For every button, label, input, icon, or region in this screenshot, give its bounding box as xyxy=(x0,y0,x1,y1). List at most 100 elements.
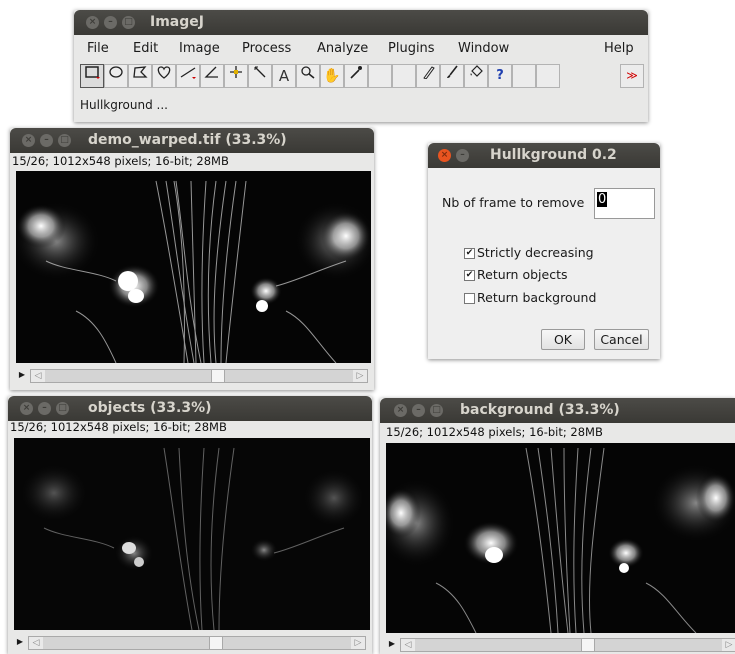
dialog-title: Hullkground 0.2 xyxy=(490,147,617,163)
scroll-left-arrow-icon[interactable]: ◁ xyxy=(29,637,43,649)
close-icon[interactable]: × xyxy=(20,402,33,415)
slider-track[interactable]: ◁ ▷ xyxy=(400,638,735,652)
cancel-button[interactable]: Cancel xyxy=(594,329,649,350)
frame-slider[interactable]: ▶ ◁ ▷ xyxy=(12,634,368,651)
status-bar: Hullkground ... xyxy=(80,98,168,112)
scroll-right-arrow-icon[interactable]: ▷ xyxy=(722,639,735,651)
menu-file[interactable]: File xyxy=(87,41,109,56)
more-tools-icon[interactable]: ≫ xyxy=(620,64,644,88)
close-icon[interactable]: × xyxy=(438,149,451,162)
point-tool-icon[interactable] xyxy=(224,64,248,88)
scroll-left-arrow-icon[interactable]: ◁ xyxy=(31,370,45,382)
close-icon[interactable]: × xyxy=(86,16,99,29)
image-info: 15/26; 1012x548 pixels; 16-bit; 28MB xyxy=(12,154,229,168)
wand-tool-icon[interactable] xyxy=(248,64,272,88)
minimize-icon[interactable]: – xyxy=(40,134,53,147)
minimize-icon[interactable]: – xyxy=(38,402,51,415)
hullkground-dialog: × – Hullkground 0.2 Nb of frame to remov… xyxy=(428,143,660,359)
frames-input-value: 0 xyxy=(597,192,608,207)
minimize-icon[interactable]: – xyxy=(104,16,117,29)
maximize-icon[interactable]: □ xyxy=(58,134,71,147)
demo-titlebar[interactable]: × – □ demo_warped.tif (33.3%) xyxy=(10,128,374,153)
menu-process[interactable]: Process xyxy=(242,41,291,56)
image-info: 15/26; 1012x548 pixels; 16-bit; 28MB xyxy=(386,425,603,439)
image-canvas[interactable] xyxy=(386,443,735,633)
demo-image-window: × – □ demo_warped.tif (33.3%) 15/26; 101… xyxy=(10,128,374,390)
microscopy-image xyxy=(386,443,735,633)
flood-fill-tool-icon[interactable] xyxy=(464,64,488,88)
menu-bar: File Edit Image Process Analyze Plugins … xyxy=(78,38,644,60)
scroll-left-arrow-icon[interactable]: ◁ xyxy=(401,639,415,651)
return-objects-checkbox[interactable]: ✔ Return objects xyxy=(464,267,568,282)
frame-slider[interactable]: ▶ ◁ ▷ xyxy=(384,636,735,653)
background-titlebar[interactable]: × – □ background (33.3%) xyxy=(380,398,735,423)
microscopy-image xyxy=(14,438,370,630)
oval-tool-icon[interactable] xyxy=(104,64,128,88)
freehand-tool-icon[interactable] xyxy=(152,64,176,88)
empty-tool-slot xyxy=(536,64,560,88)
maximize-icon[interactable]: □ xyxy=(56,402,69,415)
empty-tool-slot xyxy=(512,64,536,88)
rectangle-tool-icon[interactable] xyxy=(80,64,104,88)
line-tool-icon[interactable] xyxy=(176,64,200,88)
scroll-right-arrow-icon[interactable]: ▷ xyxy=(353,370,367,382)
menu-image[interactable]: Image xyxy=(179,41,220,56)
strictly-decreasing-checkbox[interactable]: ✔ Strictly decreasing xyxy=(464,245,594,260)
maximize-icon[interactable]: □ xyxy=(430,404,443,417)
menu-plugins[interactable]: Plugins xyxy=(388,41,435,56)
play-icon[interactable]: ▶ xyxy=(386,637,398,651)
menu-help[interactable]: Help xyxy=(604,41,634,56)
hand-tool-icon[interactable]: ✋ xyxy=(320,64,344,88)
play-icon[interactable]: ▶ xyxy=(16,368,28,382)
ok-button[interactable]: OK xyxy=(541,329,585,350)
menu-window[interactable]: Window xyxy=(458,41,509,56)
frame-slider[interactable]: ▶ ◁ ▷ xyxy=(14,367,370,384)
frames-label: Nb of frame to remove xyxy=(442,195,585,210)
window-title: background (33.3%) xyxy=(460,402,620,418)
minimize-icon[interactable]: – xyxy=(456,149,469,162)
brush-tool-icon[interactable] xyxy=(440,64,464,88)
polygon-tool-icon[interactable] xyxy=(128,64,152,88)
empty-tool-slot xyxy=(368,64,392,88)
objects-image-window: × – □ objects (33.3%) 15/26; 1012x548 pi… xyxy=(8,396,372,654)
image-info: 15/26; 1012x548 pixels; 16-bit; 28MB xyxy=(10,420,227,434)
objects-titlebar[interactable]: × – □ objects (33.3%) xyxy=(8,396,372,421)
help-tool-icon[interactable]: ? xyxy=(488,64,512,88)
frames-input[interactable]: 0 xyxy=(594,188,655,219)
window-title: ImageJ xyxy=(150,14,204,30)
color-picker-tool-icon[interactable] xyxy=(344,64,368,88)
image-canvas[interactable] xyxy=(16,171,371,363)
menu-edit[interactable]: Edit xyxy=(133,41,158,56)
scroll-right-arrow-icon[interactable]: ▷ xyxy=(351,637,365,649)
menu-analyze[interactable]: Analyze xyxy=(317,41,368,56)
imagej-window: × – □ ImageJ File Edit Image Process Ana… xyxy=(74,10,648,122)
slider-track[interactable]: ◁ ▷ xyxy=(30,369,368,383)
checkbox-checked-icon[interactable]: ✔ xyxy=(464,248,475,259)
checkbox-unchecked-icon[interactable] xyxy=(464,293,475,304)
background-image-window: × – □ background (33.3%) 15/26; 1012x548… xyxy=(380,398,735,654)
checkbox-label: Return objects xyxy=(477,267,568,282)
window-title: objects (33.3%) xyxy=(88,400,212,416)
angle-tool-icon[interactable] xyxy=(200,64,224,88)
imagej-titlebar[interactable]: × – □ ImageJ xyxy=(74,10,648,35)
slider-track[interactable]: ◁ ▷ xyxy=(28,636,366,650)
checkbox-label: Return background xyxy=(477,290,597,305)
text-tool-icon[interactable]: A xyxy=(272,64,296,88)
empty-tool-slot xyxy=(392,64,416,88)
image-canvas[interactable] xyxy=(14,438,370,630)
magnifier-tool-icon[interactable] xyxy=(296,64,320,88)
close-icon[interactable]: × xyxy=(22,134,35,147)
dialog-titlebar[interactable]: × – Hullkground 0.2 xyxy=(428,143,660,168)
pencil-tool-icon[interactable] xyxy=(416,64,440,88)
checkbox-label: Strictly decreasing xyxy=(477,245,594,260)
slider-thumb[interactable] xyxy=(209,637,223,649)
slider-thumb[interactable] xyxy=(581,639,595,651)
maximize-icon[interactable]: □ xyxy=(122,16,135,29)
checkbox-checked-icon[interactable]: ✔ xyxy=(464,270,475,281)
minimize-icon[interactable]: – xyxy=(412,404,425,417)
microscopy-image xyxy=(16,171,371,363)
return-background-checkbox[interactable]: Return background xyxy=(464,290,596,305)
close-icon[interactable]: × xyxy=(394,404,407,417)
slider-thumb[interactable] xyxy=(211,370,225,382)
play-icon[interactable]: ▶ xyxy=(14,635,26,649)
